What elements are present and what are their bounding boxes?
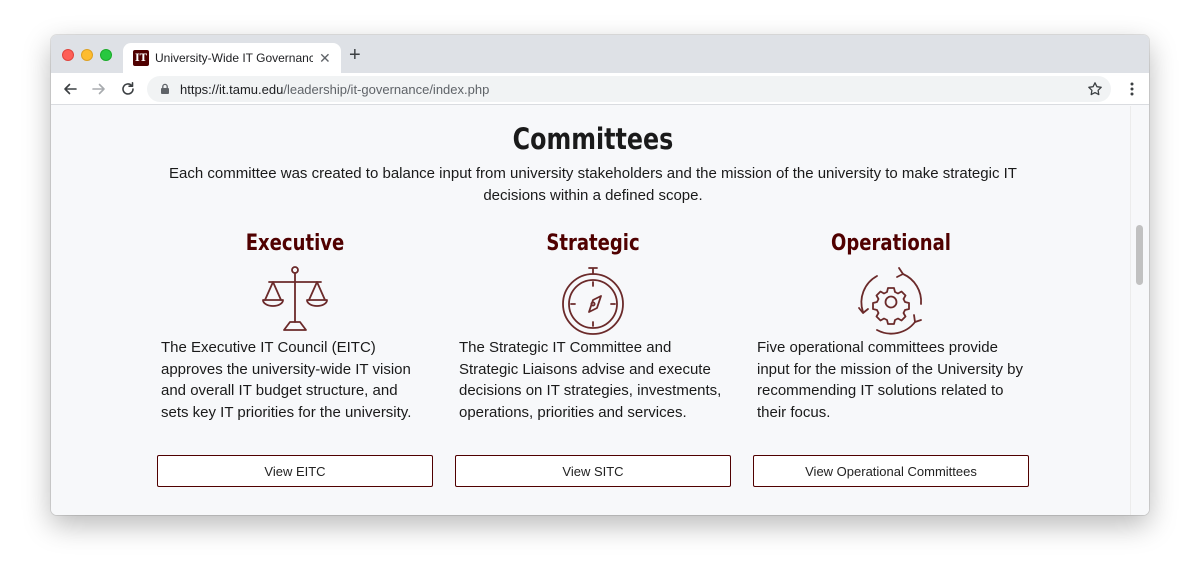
committee-title: Operational (831, 231, 951, 256)
reload-icon[interactable] (118, 79, 138, 99)
url-text: https://it.tamu.edu/leadership/it-govern… (180, 82, 489, 97)
back-icon[interactable] (60, 79, 80, 99)
intro-text: Each committee was created to balance in… (169, 165, 1017, 204)
committee-strategic: Strategic The Strategic IT Committee and… (455, 231, 731, 487)
view-operational-committees-button[interactable]: View Operational Committees (753, 455, 1029, 487)
new-tab-icon[interactable]: + (349, 45, 361, 65)
page-viewport: Committees Each committee was created to… (51, 106, 1149, 515)
gear-cycle-icon (858, 267, 922, 335)
tab-strip: IT University-Wide IT Governance ✕ + (51, 35, 1149, 73)
address-bar[interactable]: https://it.tamu.edu/leadership/it-govern… (147, 76, 1111, 102)
committee-title: Executive (245, 231, 345, 256)
tab-title: University-Wide IT Governance (155, 51, 313, 65)
lock-icon (158, 82, 172, 96)
committee-operational: Operational Five operational committees … (753, 231, 1029, 487)
minimize-window-button[interactable] (81, 49, 93, 61)
compass-icon (562, 267, 624, 335)
close-window-button[interactable] (62, 49, 74, 61)
bookmark-star-icon[interactable] (1087, 81, 1103, 97)
committees-section: Committees Each committee was created to… (58, 106, 1128, 515)
view-eitc-button[interactable]: View EITC (157, 455, 433, 487)
scales-icon (262, 266, 328, 331)
url-host: https://it.tamu.edu (180, 81, 284, 97)
browser-tab[interactable]: IT University-Wide IT Governance ✕ (123, 43, 341, 73)
scrollbar-thumb[interactable] (1136, 225, 1143, 285)
committee-description: The Strategic IT Committee and Strategic… (459, 339, 722, 421)
view-sitc-button[interactable]: View SITC (455, 455, 731, 487)
maximize-window-button[interactable] (100, 49, 112, 61)
url-path: /leadership/it-governance/index.php (283, 81, 490, 97)
committee-description: Five operational committees provide inpu… (757, 339, 1023, 421)
committee-executive: Executive The Executive IT Council (EITC… (157, 231, 433, 487)
committee-title: Strategic (546, 231, 640, 256)
browser-toolbar: https://it.tamu.edu/leadership/it-govern… (51, 73, 1149, 105)
favicon-icon: IT (133, 50, 149, 66)
scrollbar-track[interactable] (1130, 106, 1149, 515)
more-menu-icon[interactable] (1123, 80, 1141, 98)
page-title: Committees (512, 122, 674, 156)
tab-close-icon[interactable]: ✕ (319, 51, 331, 65)
browser-window: IT University-Wide IT Governance ✕ + htt… (51, 35, 1149, 515)
forward-icon[interactable] (89, 79, 109, 99)
committee-description: The Executive IT Council (EITC) approves… (161, 339, 412, 421)
